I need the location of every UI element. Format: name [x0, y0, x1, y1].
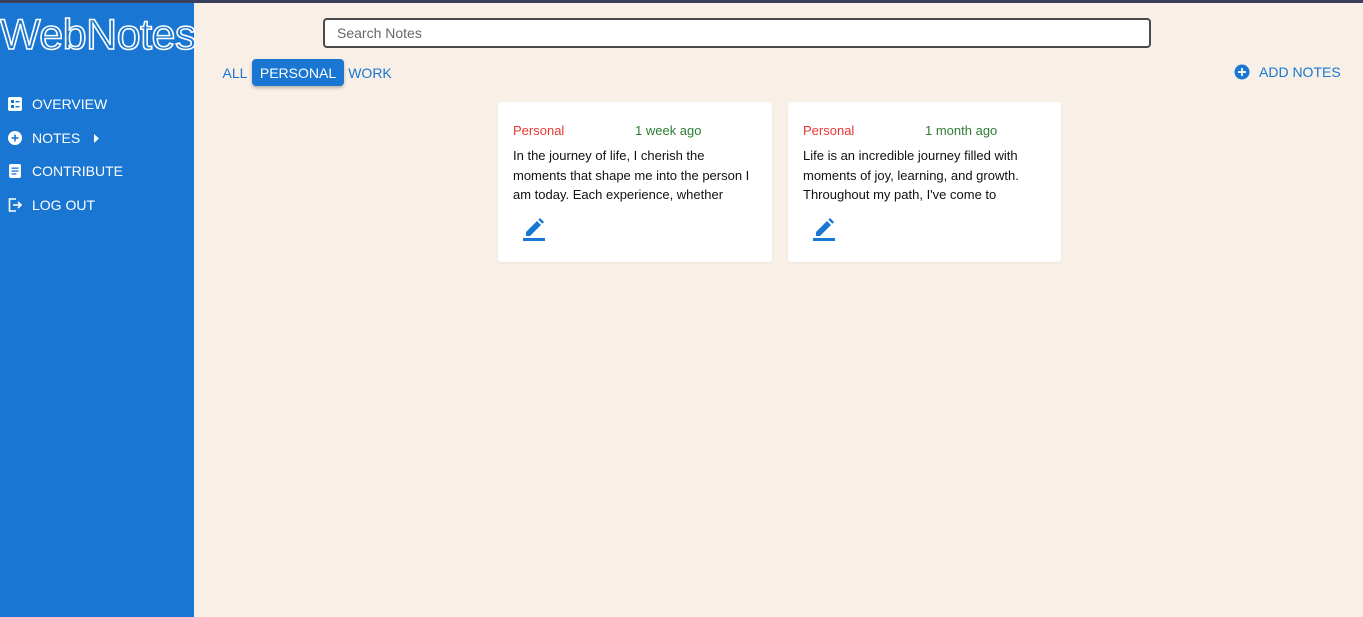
add-circle-icon — [8, 131, 22, 145]
note-time: 1 week ago — [635, 123, 702, 138]
sidebar-item-contribute[interactable]: CONTRIBUTE — [8, 159, 123, 183]
logout-icon — [8, 198, 22, 212]
dashboard-icon — [8, 97, 22, 111]
window-top-border — [0, 0, 1363, 3]
sidebar: WebNotes OVERVIEW NOTES CONTRIBUTE LOG O… — [0, 3, 197, 617]
sidebar-item-label: LOG OUT — [32, 197, 96, 213]
sidebar-item-label: CONTRIBUTE — [32, 163, 123, 179]
tab-all[interactable]: ALL — [221, 59, 249, 86]
add-notes-label: ADD NOTES — [1259, 64, 1341, 80]
tab-personal[interactable]: PERSONAL — [252, 59, 344, 86]
sidebar-item-logout[interactable]: LOG OUT — [8, 193, 95, 217]
search-input[interactable] — [323, 18, 1151, 48]
sidebar-item-overview[interactable]: OVERVIEW — [8, 92, 107, 116]
note-category: Personal — [513, 123, 565, 138]
note-category: Personal — [803, 123, 855, 138]
app-logo[interactable]: WebNotes — [0, 10, 197, 60]
note-time: 1 month ago — [925, 123, 998, 138]
sidebar-item-label: NOTES — [32, 130, 81, 146]
add-notes-button[interactable]: ADD NOTES — [1234, 62, 1341, 82]
note-card: Personal 1 month ago Life is an incredib… — [788, 102, 1061, 262]
add-circle-icon — [1234, 64, 1250, 80]
sidebar-item-notes[interactable]: NOTES — [8, 126, 100, 150]
note-text: In the journey of life, I cherish the mo… — [513, 148, 750, 202]
tab-work[interactable]: WORK — [347, 59, 393, 86]
note-text: Life is an incredible journey filled wit… — [803, 148, 1019, 202]
sidebar-item-label: OVERVIEW — [32, 96, 108, 112]
chevron-right-icon[interactable] — [94, 133, 100, 143]
edit-icon[interactable] — [522, 216, 546, 241]
article-icon — [8, 164, 22, 178]
edit-icon[interactable] — [812, 216, 836, 241]
note-card: Personal 1 week ago In the journey of li… — [498, 102, 772, 262]
